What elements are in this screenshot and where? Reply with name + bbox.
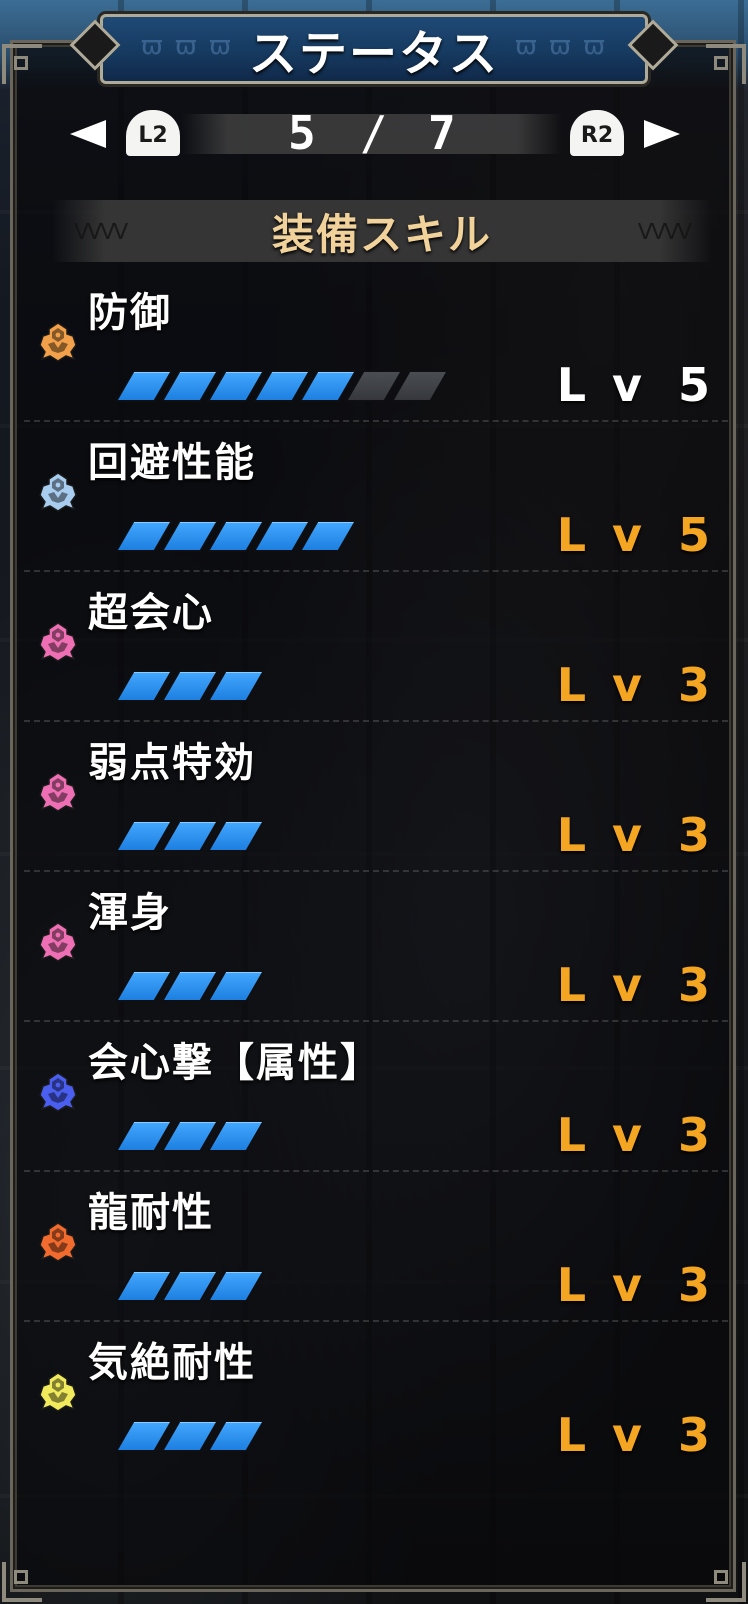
next-page-button[interactable]: R2 <box>570 110 624 156</box>
zigzag-ornament-icon: ᐯᐯᐯᐯ <box>74 220 128 245</box>
level-label: Lv <box>556 358 668 412</box>
skill-gem-glyph <box>39 1372 77 1412</box>
skill-gem-icon <box>36 320 80 364</box>
banner-pattern-icon: ϖ ϖ ϖ <box>515 31 607 61</box>
level-label: Lv <box>556 1108 668 1162</box>
skill-name: 会心撃【属性】 <box>88 1040 382 1086</box>
skill-level-bar <box>114 370 450 404</box>
level-value: 3 <box>677 1258 710 1312</box>
skill-level: Lv 5 <box>557 508 710 562</box>
title-banner: ϖ ϖ ϖ ステータス ϖ ϖ ϖ <box>100 14 648 84</box>
skill-level-bar <box>114 520 358 554</box>
skill-row[interactable]: 防御 Lv 5 <box>0 272 748 422</box>
level-label: Lv <box>556 1258 668 1312</box>
section-header: ᐯᐯᐯᐯ 装備スキル ᐯᐯᐯᐯ <box>52 200 712 262</box>
skill-gem-glyph <box>39 772 77 812</box>
skill-row[interactable]: 気絶耐性 Lv 3 <box>0 1320 748 1472</box>
level-label: Lv <box>556 958 668 1012</box>
level-label: Lv <box>556 658 668 712</box>
status-screen: ϖ ϖ ϖ ステータス ϖ ϖ ϖ L2 5 / 7 R2 ᐯᐯᐯᐯ 装備スキル… <box>0 0 748 1604</box>
level-label: Lv <box>556 808 668 862</box>
current-page: 5 <box>288 106 316 160</box>
section-title: 装備スキル <box>271 209 492 259</box>
panel-corner-ornament <box>706 44 746 84</box>
page-navigator: L2 5 / 7 R2 <box>70 106 680 160</box>
level-value: 3 <box>677 658 710 712</box>
skill-row[interactable]: 回避性能 Lv 5 <box>0 420 748 572</box>
skill-gem-glyph <box>39 472 77 512</box>
level-value: 5 <box>677 508 710 562</box>
skill-name: 龍耐性 <box>88 1190 214 1236</box>
skill-gem-glyph <box>39 1222 77 1262</box>
skill-gem-glyph <box>39 1072 77 1112</box>
skill-level: Lv 3 <box>557 1258 710 1312</box>
page-title: ステータス <box>248 26 499 82</box>
skill-row[interactable]: 龍耐性 Lv 3 <box>0 1170 748 1322</box>
skill-gem-icon <box>36 1220 80 1264</box>
skill-name: 弱点特効 <box>88 740 256 786</box>
skill-gem-icon <box>36 470 80 514</box>
skill-name: 防御 <box>88 290 172 336</box>
skill-gem-icon <box>36 620 80 664</box>
level-value: 3 <box>677 958 710 1012</box>
skill-name: 渾身 <box>88 890 172 936</box>
skill-level: Lv 3 <box>557 958 710 1012</box>
zigzag-ornament-icon: ᐯᐯᐯᐯ <box>637 220 692 245</box>
skill-level-bar <box>114 1420 266 1454</box>
skill-level-bar <box>114 970 266 1004</box>
skill-gem-icon <box>36 1070 80 1114</box>
skill-row[interactable]: 会心撃【属性】 Lv 3 <box>0 1020 748 1172</box>
level-value: 5 <box>677 358 710 412</box>
skill-name: 気絶耐性 <box>88 1340 256 1386</box>
skill-gem-glyph <box>39 622 77 662</box>
skill-gem-icon <box>36 770 80 814</box>
total-pages: 7 <box>428 106 456 160</box>
skill-row[interactable]: 弱点特効 Lv 3 <box>0 720 748 872</box>
level-label: Lv <box>556 1408 668 1462</box>
page-separator: / <box>360 106 388 160</box>
skill-name: 回避性能 <box>88 440 256 486</box>
skill-gem-icon <box>36 1370 80 1414</box>
level-value: 3 <box>677 1108 710 1162</box>
skill-level-bar <box>114 1120 266 1154</box>
skill-gem-icon <box>36 920 80 964</box>
skill-gem-glyph <box>39 322 77 362</box>
skill-level-bar <box>114 670 266 704</box>
level-value: 3 <box>677 1408 710 1462</box>
skill-level: Lv 3 <box>557 658 710 712</box>
skill-name: 超会心 <box>88 590 214 636</box>
next-page-arrow-icon[interactable] <box>644 120 680 148</box>
prev-page-arrow-icon[interactable] <box>70 120 106 148</box>
prev-page-button[interactable]: L2 <box>126 110 180 156</box>
level-label: Lv <box>556 508 668 562</box>
skill-level: Lv 3 <box>557 808 710 862</box>
panel-corner-ornament <box>2 44 42 84</box>
skill-list: 防御 Lv 5 回避性能 Lv 5 超会心 Lv 3 弱点特効 Lv 3 渾身 Lv 3 会心撃【属性】 Lv 3… <box>0 272 748 1472</box>
skill-row[interactable]: 渾身 Lv 3 <box>0 870 748 1022</box>
skill-level-bar <box>114 820 266 854</box>
panel-corner-ornament <box>2 1562 42 1602</box>
skill-row[interactable]: 超会心 Lv 3 <box>0 570 748 722</box>
skill-level: Lv 5 <box>557 358 710 412</box>
skill-level: Lv 3 <box>557 1108 710 1162</box>
skill-level-bar <box>114 1270 266 1304</box>
skill-level: Lv 3 <box>557 1408 710 1462</box>
level-value: 3 <box>677 808 710 862</box>
banner-pattern-icon: ϖ ϖ ϖ <box>141 31 233 61</box>
panel-corner-ornament <box>706 1562 746 1602</box>
skill-gem-glyph <box>39 922 77 962</box>
